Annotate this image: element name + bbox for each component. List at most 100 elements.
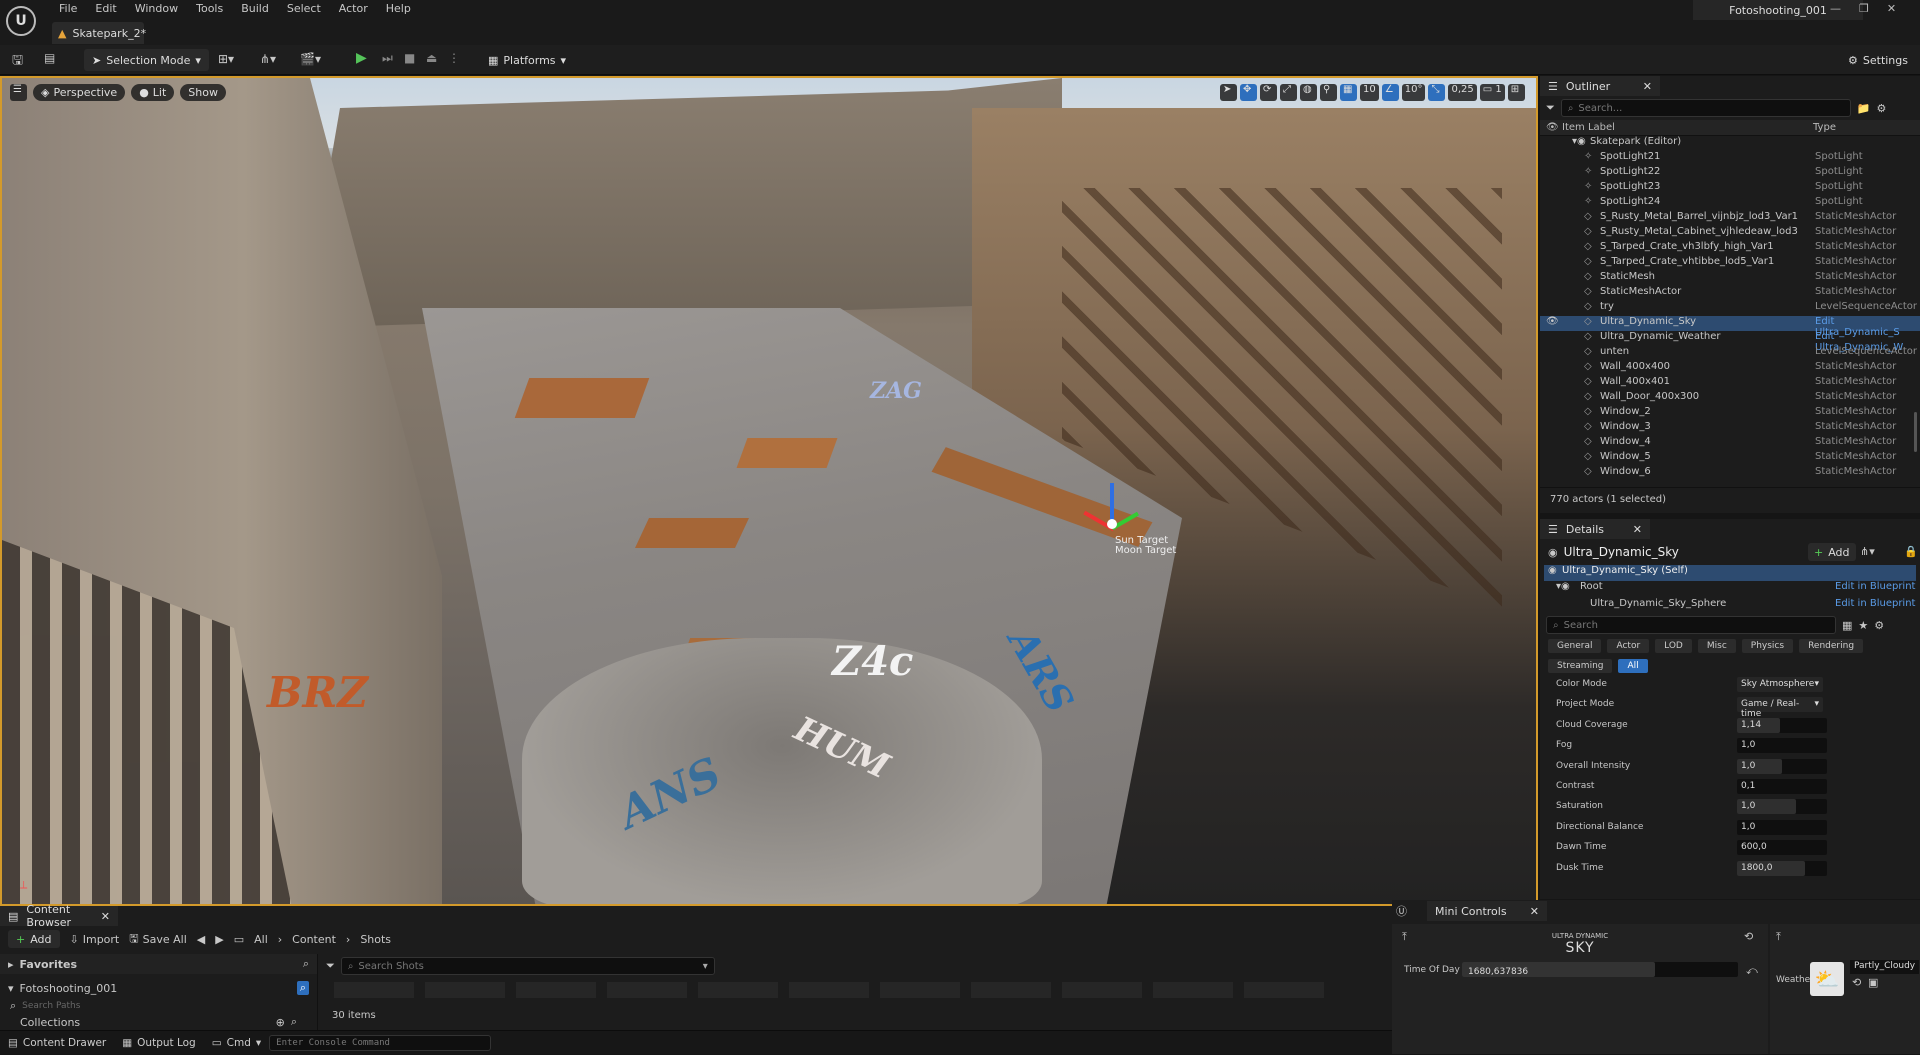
rotation-snap-icon[interactable]: ∠ <box>1381 84 1399 101</box>
type-header[interactable]: Type <box>1813 122 1836 133</box>
tab-rendering[interactable]: Rendering <box>1799 639 1864 653</box>
details-search[interactable]: ⌕ Search <box>1546 616 1836 634</box>
asset-tile[interactable] <box>516 982 596 998</box>
property-slider[interactable]: 600,0 <box>1737 840 1827 856</box>
outliner-row[interactable]: ✧ SpotLight22 SpotLight <box>1540 166 1920 181</box>
blueprint-options-icon[interactable]: ⋔▾ <box>1860 545 1875 558</box>
hamburger-menu-icon[interactable]: ☰ <box>10 84 27 101</box>
outliner-row[interactable]: ◇ Wall_Door_400x300 StaticMeshActor <box>1540 391 1920 406</box>
scale-tool-icon[interactable]: ⤢ <box>1280 84 1297 101</box>
settings-button[interactable]: ⚙ Settings <box>1840 49 1916 71</box>
menu-window[interactable]: Window <box>126 0 187 18</box>
eject-icon[interactable]: ⏏ <box>426 51 437 65</box>
asset-tile[interactable] <box>1153 982 1233 998</box>
weather-value[interactable]: Partly_Cloudy <box>1850 960 1920 974</box>
partly-cloudy-icon[interactable]: ⛅ <box>1810 962 1844 996</box>
outliner-row[interactable]: ◇ S_Rusty_Metal_Barrel_vijnbjz_lod3_Var1 S… <box>1540 211 1920 226</box>
property-slider[interactable]: 1,0 <box>1737 758 1827 774</box>
mini-controls-tab[interactable]: Mini Controls ✕ <box>1427 901 1547 921</box>
item-label-header[interactable]: Item Label <box>1562 122 1615 133</box>
add-collection-icon[interactable]: ⊕ <box>276 1016 285 1029</box>
outliner-search[interactable]: ⌕ Search... <box>1560 99 1851 117</box>
search-icon[interactable]: ⌕ <box>291 1015 297 1029</box>
console-input[interactable]: Enter Console Command <box>269 1034 492 1051</box>
outliner-row[interactable]: ◇ Window_2 StaticMeshActor <box>1540 406 1920 421</box>
edit-in-blueprint-link[interactable]: Edit in Blueprint <box>1835 581 1915 592</box>
outliner-row[interactable]: ◇ StaticMeshActor StaticMeshActor <box>1540 286 1920 301</box>
filter-icon[interactable]: ⏷ <box>1546 101 1555 115</box>
scale-snap-icon[interactable]: ⤡ <box>1428 84 1446 101</box>
outliner-row[interactable]: ◇ StaticMesh StaticMeshActor <box>1540 271 1920 286</box>
rotate-tool-icon[interactable]: ⟳ <box>1260 84 1277 101</box>
tab-misc[interactable]: Misc <box>1697 639 1736 653</box>
path-all[interactable]: All <box>254 933 268 946</box>
path-content[interactable]: Content <box>292 933 336 946</box>
show-button[interactable]: Show <box>180 84 226 101</box>
menu-build[interactable]: Build <box>232 0 278 18</box>
cmd-selector[interactable]: ▭ Cmd ▾ <box>204 1031 269 1055</box>
outliner-row[interactable]: ◇ Window_5 StaticMeshActor <box>1540 451 1920 466</box>
visibility-icon[interactable]: 👁 <box>1546 122 1559 133</box>
search-icon[interactable]: ⌕ <box>303 957 309 971</box>
menu-edit[interactable]: Edit <box>86 0 125 18</box>
self-component-row[interactable]: ◉ Ultra_Dynamic_Sky (Self) <box>1544 565 1916 581</box>
transform-gizmo[interactable] <box>1082 483 1142 543</box>
property-dropdown[interactable]: Sky Atmosphere ▾ <box>1737 677 1823 692</box>
close-tab-icon[interactable]: ✕ <box>101 910 110 923</box>
outliner-row[interactable]: ◇ Wall_400x400 StaticMeshActor <box>1540 361 1920 376</box>
outliner-row[interactable]: ◇ Window_4 StaticMeshActor <box>1540 436 1920 451</box>
property-slider[interactable]: 1,0 <box>1737 799 1827 815</box>
outliner-row[interactable]: ◇ Wall_400x401 StaticMeshActor <box>1540 376 1920 391</box>
favorites-header[interactable]: ▸ Favorites ⌕ <box>0 954 317 974</box>
property-slider[interactable]: 1,0 <box>1737 819 1827 835</box>
history-forward-icon[interactable]: ▶ <box>215 933 223 946</box>
asset-tile[interactable] <box>698 982 778 998</box>
world-space-icon[interactable]: ◍ <box>1300 84 1317 101</box>
asset-tile[interactable] <box>971 982 1051 998</box>
browse-icon[interactable]: ▤ <box>44 51 55 65</box>
menu-file[interactable]: File <box>50 0 86 18</box>
path-shots[interactable]: Shots <box>360 933 391 946</box>
edit-in-blueprint-link[interactable]: Edit in Blueprint <box>1835 598 1915 609</box>
close-tab-icon[interactable]: ✕ <box>1530 905 1539 918</box>
tab-general[interactable]: General <box>1548 639 1602 653</box>
close-tab-icon[interactable]: ✕ <box>1633 523 1642 536</box>
content-drawer-button[interactable]: ▤ Content Drawer <box>0 1031 114 1055</box>
menu-help[interactable]: Help <box>377 0 420 18</box>
time-of-day-slider[interactable]: 1680,637836 <box>1462 962 1738 977</box>
close-icon[interactable]: ✕ <box>1887 2 1896 15</box>
play-next-icon[interactable]: ⏭ <box>382 51 393 66</box>
outliner-row[interactable]: ◇ Window_6 StaticMeshActor <box>1540 466 1920 481</box>
cinematics-icon[interactable]: 🎬▾ <box>300 52 321 66</box>
property-slider[interactable]: 1,14 <box>1737 717 1827 733</box>
asset-search[interactable]: ⌕ Search Shots ▾ <box>340 957 715 975</box>
minimize-icon[interactable]: — <box>1830 2 1841 15</box>
import-button[interactable]: ⇩ Import <box>70 933 120 946</box>
asset-tile[interactable] <box>607 982 687 998</box>
layout-icon[interactable]: ⊞ <box>1507 84 1525 101</box>
tab-lod[interactable]: LOD <box>1655 639 1692 653</box>
content-browser-tab[interactable]: ▤ Content Browser ✕ <box>0 903 118 929</box>
add-component-button[interactable]: + Add <box>1808 543 1856 561</box>
pin-icon[interactable]: ⤒ <box>1776 930 1781 944</box>
property-slider[interactable]: 0,1 <box>1737 778 1827 794</box>
asset-tile[interactable] <box>334 982 414 998</box>
asset-tile[interactable] <box>880 982 960 998</box>
tab-all[interactable]: All <box>1618 659 1648 673</box>
gear-icon[interactable]: ⚙ <box>1874 619 1884 632</box>
property-dropdown[interactable]: Game / Real-time ▾ <box>1737 697 1823 719</box>
outliner-root-item[interactable]: ▾◉ Skatepark (Editor) <box>1540 136 1920 151</box>
outliner-row[interactable]: ◇ Ultra_Dynamic_Weather Edit Ultra_Dynamic… <box>1540 331 1920 353</box>
outliner-row[interactable]: ◇ S_Tarped_Crate_vh3lbfy_high_Var1 StaticM… <box>1540 241 1920 256</box>
menu-tools[interactable]: Tools <box>187 0 232 18</box>
asset-tile[interactable] <box>1244 982 1324 998</box>
asset-tile[interactable] <box>425 982 505 998</box>
output-log-button[interactable]: ▦ Output Log <box>114 1031 204 1055</box>
property-slider[interactable]: 1800,0 <box>1737 860 1827 876</box>
outliner-row[interactable]: ◇ unten LevelSequenceActor <box>1540 346 1920 361</box>
tab-physics[interactable]: Physics <box>1741 639 1794 653</box>
blueprint-icon[interactable]: ⋔▾ <box>260 52 276 66</box>
select-tool-icon[interactable]: ➤ <box>1220 84 1237 101</box>
tab-streaming[interactable]: Streaming <box>1548 659 1613 673</box>
gear-icon[interactable]: ⚙ <box>1877 102 1887 115</box>
